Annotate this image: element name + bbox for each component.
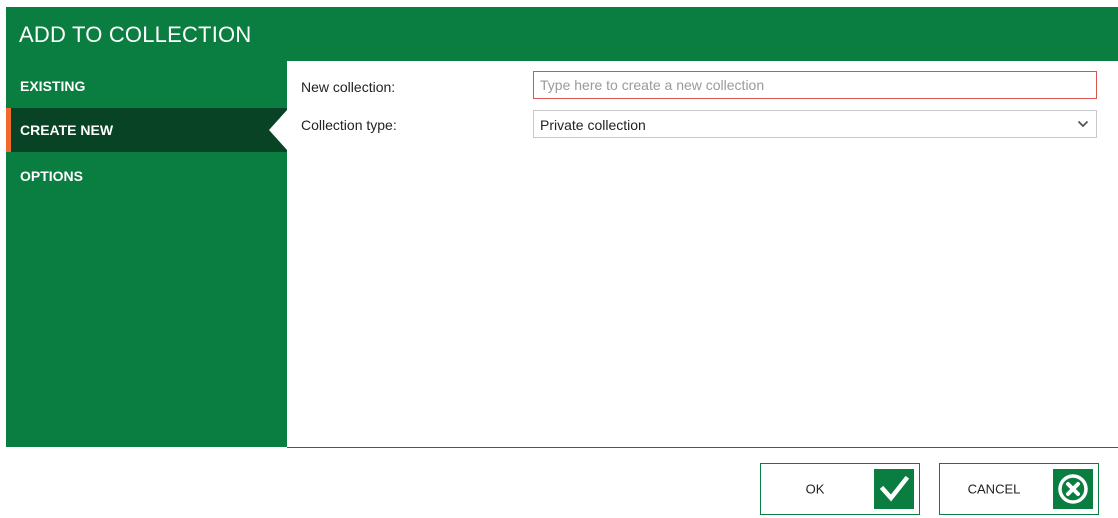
sidebar-item-create-new[interactable]: CREATE NEW — [6, 108, 287, 152]
checkmark-icon — [874, 469, 914, 509]
sidebar-item-existing[interactable]: EXISTING — [6, 64, 287, 108]
collection-type-select[interactable]: Private collection — [533, 110, 1097, 138]
collection-type-value: Private collection — [540, 117, 646, 133]
close-circle-icon — [1053, 469, 1093, 509]
selected-indicator — [6, 108, 11, 152]
dialog-header: ADD TO COLLECTION — [6, 7, 1118, 61]
ok-button[interactable]: OK — [760, 463, 920, 515]
footer-divider — [287, 447, 1118, 448]
cancel-button[interactable]: CANCEL — [939, 463, 1099, 515]
sidebar-item-label: EXISTING — [20, 78, 86, 94]
new-collection-label: New collection: — [301, 79, 396, 95]
chevron-down-icon[interactable] — [1074, 114, 1092, 134]
create-new-panel: New collection: Collection type: Private… — [287, 61, 1118, 447]
sidebar-item-label: CREATE NEW — [20, 122, 114, 138]
ok-button-label: OK — [805, 481, 825, 497]
sidebar-item-options[interactable]: OPTIONS — [6, 154, 287, 198]
sidebar-item-label: OPTIONS — [20, 168, 84, 184]
sidebar: EXISTING CREATE NEW OPTIONS — [6, 61, 287, 447]
collection-type-label: Collection type: — [301, 117, 397, 133]
dialog-title: ADD TO COLLECTION — [19, 22, 252, 47]
cancel-button-label: CANCEL — [967, 481, 1021, 497]
selection-pointer — [269, 110, 287, 150]
new-collection-input[interactable] — [533, 71, 1097, 99]
